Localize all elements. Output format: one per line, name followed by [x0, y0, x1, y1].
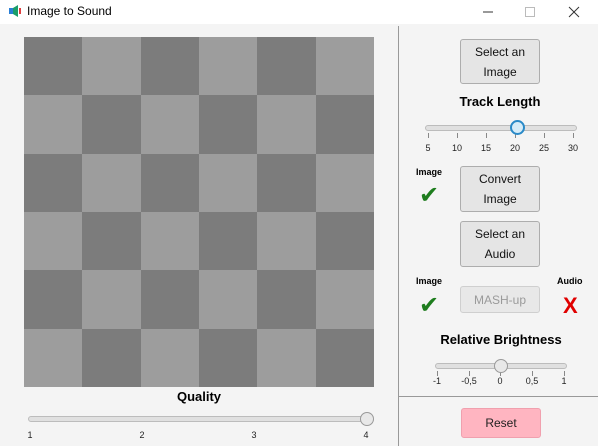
brightness-tick-label: 1: [561, 376, 567, 386]
preview-cell: [24, 95, 83, 154]
preview-cell: [140, 328, 199, 387]
preview-cell: [315, 37, 374, 96]
minimize-icon: [483, 11, 493, 13]
track-length-tick: [428, 133, 429, 138]
checkmark-icon: ✔: [419, 182, 440, 209]
preview-cell: [140, 95, 199, 154]
preview-cell: [82, 328, 141, 387]
image-status-label: Image: [416, 167, 443, 177]
title-bar: Image to Sound: [0, 0, 598, 24]
preview-cell: [315, 270, 374, 329]
preview-cell: [82, 270, 141, 329]
quality-tick-label: 1: [27, 430, 33, 440]
checkmark-icon: ✔: [419, 292, 440, 319]
select-image-button-line: Image: [483, 64, 517, 79]
track-length-tick-label: 15: [480, 143, 491, 153]
track-length-tick: [457, 133, 458, 138]
image-label: Image: [416, 276, 443, 286]
convert-image-button-line: Convert: [478, 172, 522, 186]
preview-cell: [257, 270, 316, 329]
preview-cell: [257, 211, 316, 271]
convert-image-button-line: Image: [483, 192, 517, 206]
preview-cell: [24, 270, 83, 329]
preview-cell: [82, 153, 141, 212]
track-length-tick-label: 25: [538, 143, 549, 153]
track-length-tick: [486, 133, 487, 138]
preview-cell: [82, 95, 141, 154]
preview-cell: [24, 37, 83, 96]
preview-cell: [198, 328, 258, 387]
preview-cell: [315, 211, 374, 271]
image-preview: [24, 37, 374, 387]
preview-cell: [315, 95, 374, 154]
cross-icon: X: [563, 293, 578, 318]
preview-cell: [140, 37, 199, 96]
vertical-divider: [398, 26, 399, 446]
quality-slider-thumb[interactable]: [360, 412, 374, 426]
track-length-tick-label: 30: [567, 143, 578, 153]
mashup-button[interactable]: MASH-up: [460, 286, 540, 313]
brightness-tick-label: 0: [497, 376, 503, 386]
reset-button-label: Reset: [485, 416, 517, 430]
preview-cell: [315, 328, 374, 387]
preview-cell: [140, 153, 199, 212]
track-length-tick-label: 20: [509, 143, 520, 153]
relative-brightness-label: Relative Brightness: [440, 332, 562, 347]
window-title: Image to Sound: [27, 4, 112, 18]
preview-cell: [257, 37, 316, 96]
preview-cell: [82, 211, 141, 271]
brightness-slider-thumb[interactable]: [494, 359, 508, 373]
preview-cell: [315, 153, 374, 212]
track-length-tick: [544, 133, 545, 138]
preview-cell: [82, 37, 141, 96]
speaker-icon: [9, 5, 21, 17]
preview-cell: [257, 95, 316, 154]
track-length-tick-label: 10: [451, 143, 462, 153]
preview-cell: [140, 211, 199, 271]
quality-label: Quality: [176, 389, 222, 404]
quality-slider-track[interactable]: [28, 416, 372, 422]
close-icon: [568, 6, 580, 18]
horizontal-divider: [398, 396, 598, 397]
mashup-button-label: MASH-up: [473, 292, 526, 307]
track-length-slider-thumb[interactable]: [510, 120, 525, 135]
preview-cell: [24, 211, 83, 271]
quality-tick-label: 4: [363, 430, 369, 440]
close-button[interactable]: [556, 0, 592, 24]
select-audio-button[interactable]: Select an Audio: [460, 221, 540, 267]
select-audio-button-line: Select an: [474, 227, 526, 241]
brightness-tick-label: 0,5: [525, 376, 539, 386]
audio-label: Audio: [557, 276, 583, 286]
preview-cell: [198, 153, 258, 212]
track-length-slider-track[interactable]: [425, 125, 577, 131]
brightness-tick-label: -0,5: [461, 376, 477, 386]
track-length-tick: [573, 133, 574, 138]
preview-cell: [24, 153, 83, 212]
preview-cell: [198, 211, 258, 271]
preview-cell: [140, 270, 199, 329]
preview-cell: [24, 328, 83, 387]
select-image-button[interactable]: Select an Image: [460, 39, 540, 84]
maximize-button[interactable]: [512, 0, 548, 24]
select-audio-button-line: Audio: [484, 247, 516, 261]
maximize-icon: [525, 7, 535, 17]
quality-tick-label: 3: [251, 430, 257, 440]
preview-cell: [257, 153, 316, 212]
brightness-tick-label: -1: [432, 376, 441, 386]
track-length-label: Track Length: [459, 94, 541, 109]
select-image-button-line: Select an: [474, 44, 526, 59]
minimize-button[interactable]: [470, 0, 506, 24]
track-length-tick-label: 5: [425, 143, 431, 153]
convert-image-button[interactable]: Convert Image: [460, 166, 540, 212]
preview-cell: [198, 37, 258, 96]
reset-button[interactable]: Reset: [461, 408, 541, 438]
preview-cell: [198, 270, 258, 329]
preview-cell: [198, 95, 258, 154]
quality-tick-label: 2: [139, 430, 145, 440]
preview-cell: [257, 328, 316, 387]
